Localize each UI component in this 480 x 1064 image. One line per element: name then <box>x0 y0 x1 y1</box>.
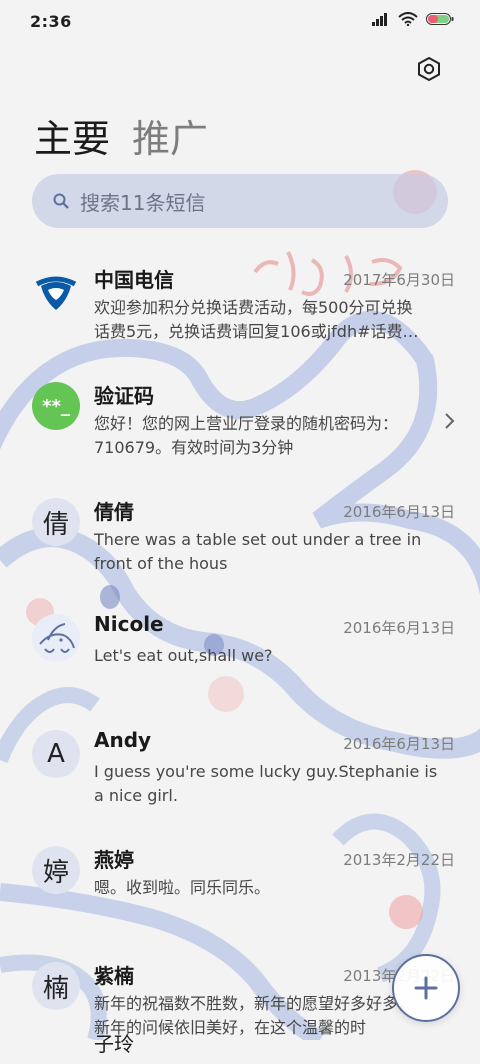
avatar-label: **_ <box>42 395 70 417</box>
list-item[interactable]: A Andy 2016年6月13日 I guess you're some lu… <box>0 716 480 832</box>
contact-name: 燕婷 <box>94 848 134 872</box>
search-icon <box>53 193 69 209</box>
message-date: 2016年6月13日 <box>343 503 455 521</box>
conversation-tabs: 主要 推广 <box>34 108 208 163</box>
message-preview: Let's eat out,shall we? <box>94 646 273 665</box>
list-item[interactable]: 婷 燕婷 2013年2月22日 嗯。收到啦。同乐同乐。 <box>0 832 480 948</box>
compose-button[interactable] <box>392 954 460 1022</box>
avatar: 婷 <box>32 846 80 894</box>
status-bar: 2:36 <box>0 0 480 42</box>
search-bar[interactable]: 搜索11条短信 <box>32 174 448 228</box>
settings-button[interactable] <box>416 56 442 82</box>
avatar: A <box>32 730 80 778</box>
search-input[interactable]: 搜索11条短信 <box>80 187 205 216</box>
conversation-list: 中国电信 2017年6月30日 欢迎参加积分兑换话费活动，每500分可兑换 话费… <box>0 252 480 1064</box>
contact-name: 验证码 <box>94 384 154 408</box>
wifi-icon <box>398 12 418 26</box>
contact-name: Nicole <box>94 612 164 636</box>
bird-sketch-icon <box>32 614 80 662</box>
tab-promotions[interactable]: 推广 <box>132 108 208 163</box>
signal-icon <box>372 13 387 26</box>
partial-contact-name: 子玲 <box>94 1032 134 1056</box>
message-preview: 欢迎参加积分兑换话费活动，每500分可兑换 话费5元，兑换话费请回复106或jf… <box>94 298 419 341</box>
contact-name: 紫楠 <box>94 964 134 988</box>
message-date: 2013年2月22日 <box>343 851 455 869</box>
list-item[interactable]: 倩 倩倩 2016年6月13日 There was a table set ou… <box>0 484 480 600</box>
battery-icon <box>426 13 454 25</box>
plus-icon <box>414 976 438 1000</box>
message-date: 2016年6月13日 <box>343 735 455 753</box>
chevron-right-icon <box>445 413 455 429</box>
list-item[interactable]: Nicole 2016年6月13日 Let's eat out,shall we… <box>0 600 480 716</box>
message-date: 2017年6月30日 <box>343 271 455 289</box>
message-date: 2016年6月13日 <box>343 619 455 637</box>
tab-main[interactable]: 主要 <box>34 108 110 163</box>
avatar: 倩 <box>32 498 80 546</box>
contact-name: Andy <box>94 728 152 752</box>
avatar: 楠 <box>32 962 80 1010</box>
message-preview: There was a table set out under a tree i… <box>94 530 422 573</box>
status-icons <box>372 12 454 26</box>
contact-name: 倩倩 <box>94 500 134 524</box>
contact-name: 中国电信 <box>94 268 174 292</box>
settings-icon <box>418 56 440 82</box>
verification-code-icon: **_ <box>32 382 80 430</box>
list-item[interactable]: 中国电信 2017年6月30日 欢迎参加积分兑换话费活动，每500分可兑换 话费… <box>0 252 480 368</box>
status-time: 2:36 <box>30 12 72 31</box>
message-preview: I guess you're some lucky guy.Stephanie … <box>94 762 438 805</box>
list-item[interactable]: **_ 验证码 您好！您的网上营业厅登录的随机密码为： 710679。有效时间为… <box>0 368 480 484</box>
message-preview: 您好！您的网上营业厅登录的随机密码为： 710679。有效时间为3分钟 <box>94 414 399 457</box>
message-preview: 嗯。收到啦。同乐同乐。 <box>94 878 271 897</box>
china-telecom-logo-icon <box>35 276 77 310</box>
